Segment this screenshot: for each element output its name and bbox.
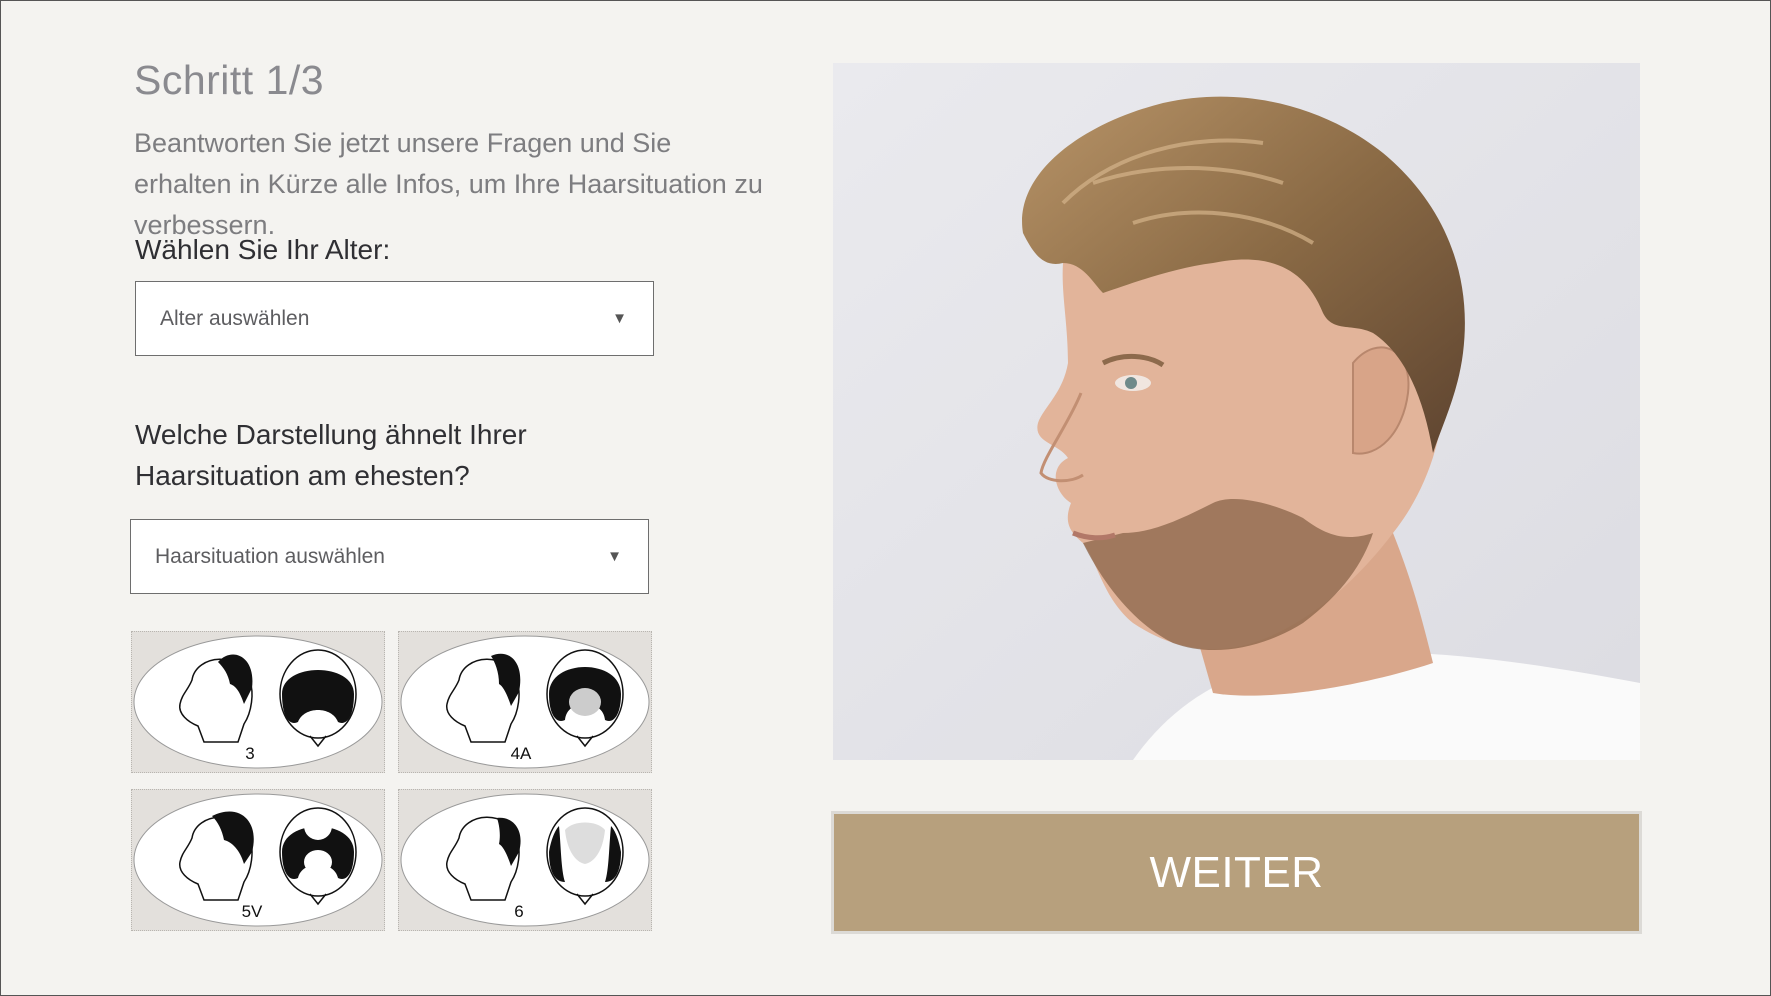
model-portrait-image [833, 63, 1640, 760]
hair-select-value: Haarsituation auswählen [155, 545, 385, 568]
hair-stage-tile-5v[interactable]: 5V [131, 789, 385, 931]
hair-stage-label: 5V [241, 902, 263, 921]
hair-stage-tile-6[interactable]: 6 [398, 789, 652, 931]
hair-stage-tile-3[interactable]: 3 [131, 631, 385, 773]
hair-stage-label: 3 [245, 744, 255, 763]
continue-button[interactable]: WEITER [831, 811, 1642, 934]
hair-stage-label: 6 [514, 902, 524, 921]
hair-select[interactable]: Haarsituation auswählen ▼ [130, 519, 649, 594]
step-title: Schritt 1/3 [134, 57, 325, 103]
intro-text: Beantworten Sie jetzt unsere Fragen und … [134, 128, 763, 240]
chevron-down-icon: ▼ [607, 548, 622, 565]
hair-stage-tile-4a[interactable]: 4A [398, 631, 652, 773]
age-select-value: Alter auswählen [160, 307, 310, 330]
age-select[interactable]: Alter auswählen ▼ [135, 281, 654, 356]
hair-label: Welche Darstellung ähnelt Ihrer Haarsitu… [135, 419, 527, 491]
age-label: Wählen Sie Ihr Alter: [135, 234, 391, 265]
hair-stage-label: 4A [510, 744, 532, 763]
chevron-down-icon: ▼ [612, 310, 627, 327]
